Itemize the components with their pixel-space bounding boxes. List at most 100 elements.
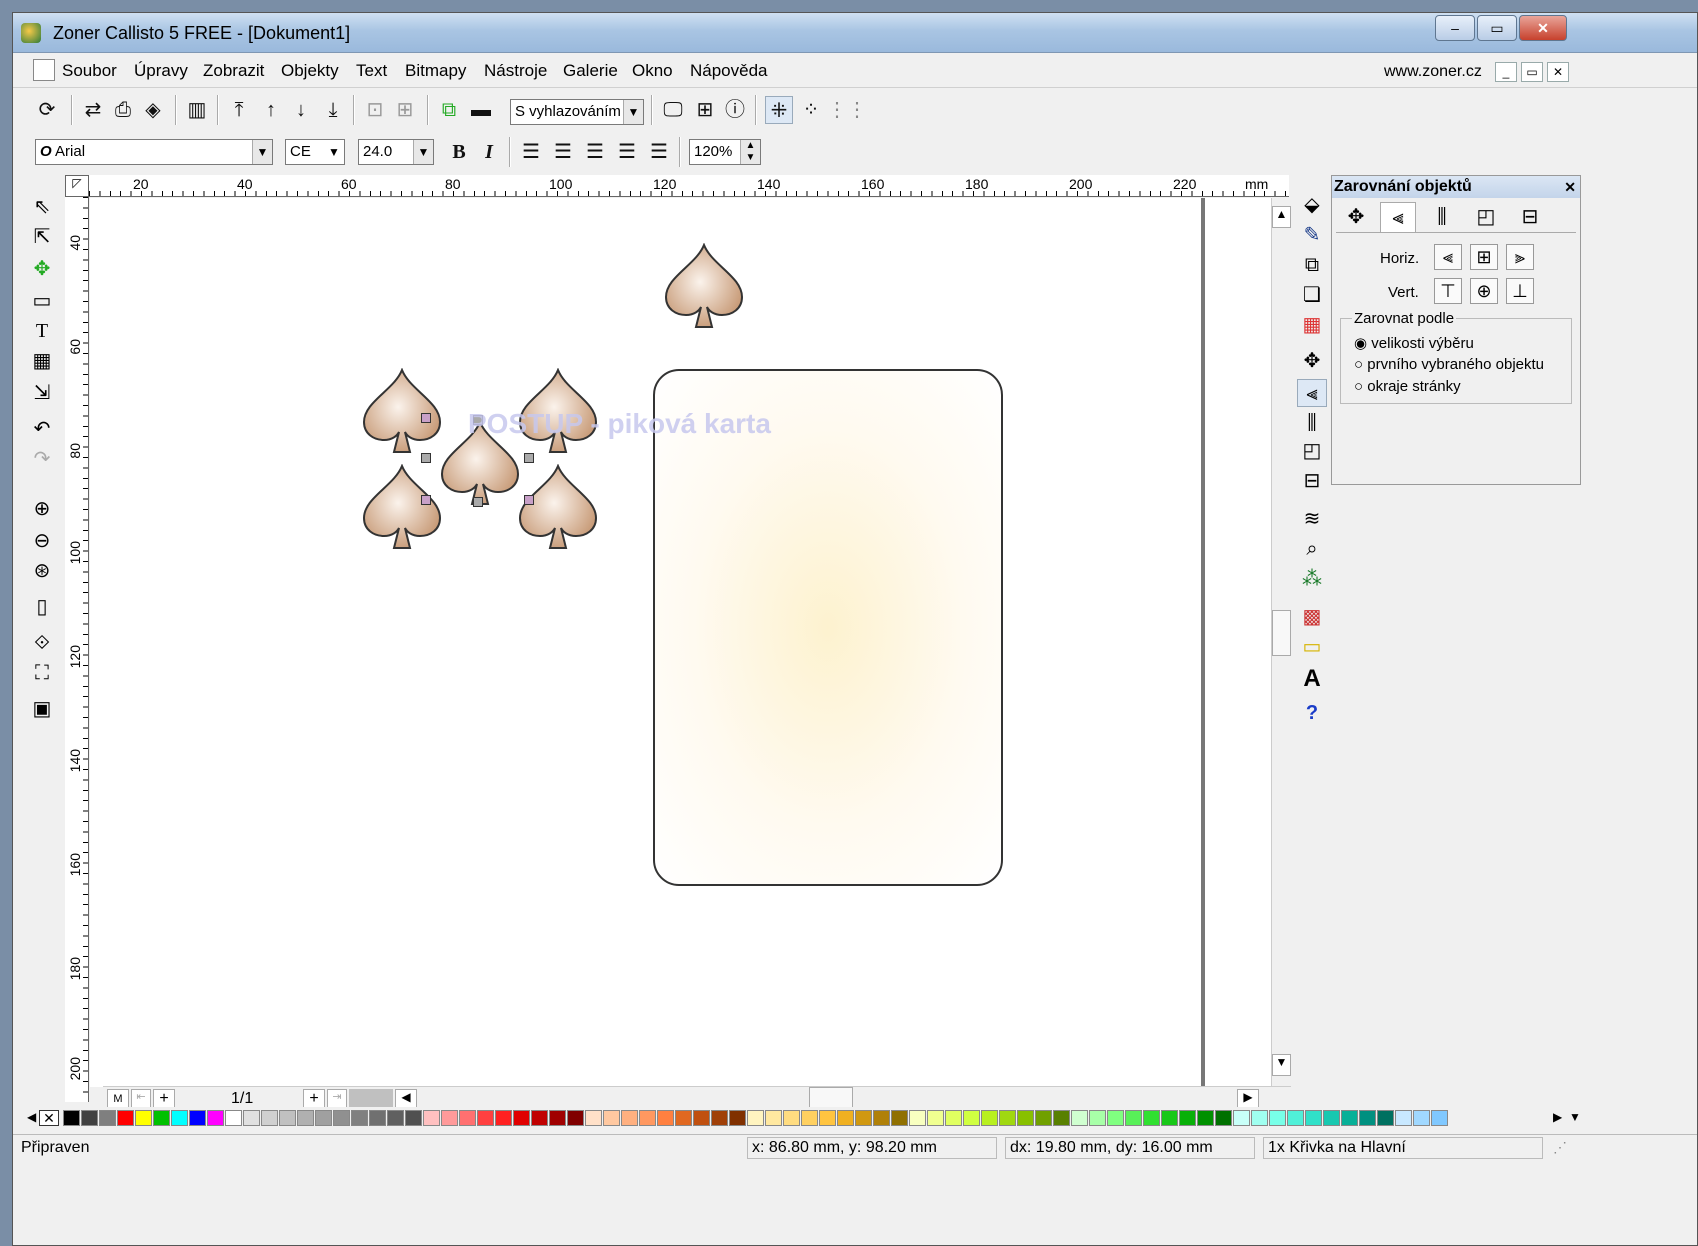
font-size-select[interactable]: 24.0 ▼ [358,139,434,165]
font-icon[interactable]: A [1297,665,1327,693]
color-swatch[interactable] [1179,1110,1196,1126]
tab-move[interactable]: ✥ [1338,202,1374,232]
color-swatch[interactable] [945,1110,962,1126]
page-icon[interactable]: ▯ [27,593,57,621]
card-shape[interactable] [653,369,1003,886]
minimize-button[interactable]: – [1435,15,1475,41]
page-tab-splitter[interactable] [349,1089,393,1109]
menu-galerie[interactable]: Galerie [563,61,618,81]
color-swatch[interactable] [819,1110,836,1126]
rectangle-tool-icon[interactable]: ▭ [27,287,57,315]
color-swatch[interactable] [1089,1110,1106,1126]
menu-nastroje[interactable]: Nástroje [484,61,547,81]
add-page-before-icon[interactable]: + [153,1089,175,1109]
refresh-icon[interactable]: ⟳ [33,96,61,124]
zoom-fit-icon[interactable]: ⊛ [27,557,57,585]
add-page-after-icon[interactable]: + [303,1089,325,1109]
scroll-up-icon[interactable]: ▲ [1272,206,1291,228]
move-icon[interactable]: ✥ [1297,347,1327,375]
hscroll-thumb[interactable] [809,1087,853,1109]
color-swatch[interactable] [153,1110,170,1126]
color-swatch[interactable] [621,1110,638,1126]
maximize-button[interactable]: ▭ [1477,15,1517,41]
align-left-icon[interactable]: ⫷ [1434,244,1462,270]
color-swatch[interactable] [891,1110,908,1126]
menu-soubor[interactable]: Soubor [62,61,117,81]
font-select[interactable]: O Arial ▼ [35,139,273,165]
center-icon[interactable]: ⊟ [1297,467,1327,495]
color-swatch[interactable] [63,1110,80,1126]
menu-bitmapy[interactable]: Bitmapy [405,61,466,81]
size-icon[interactable]: ◰ [1297,437,1327,465]
scroll-down-icon[interactable]: ▼ [1272,1054,1291,1076]
color-swatch[interactable] [297,1110,314,1126]
scroll-thumb[interactable] [1272,610,1291,656]
color-swatch[interactable] [1161,1110,1178,1126]
menu-text[interactable]: Text [356,61,387,81]
convert-icon[interactable]: ▬ [467,96,495,124]
color-swatch[interactable] [549,1110,566,1126]
show-grid-icon[interactable]: ⋮⋮ [827,96,867,124]
color-swatch[interactable] [1197,1110,1214,1126]
transparency-icon[interactable]: ⧉ [1297,251,1327,279]
mdi-close-button[interactable]: ✕ [1547,62,1569,82]
color-swatch[interactable] [1035,1110,1052,1126]
bring-to-front-icon[interactable]: ⤒ [225,96,253,124]
add-node-icon[interactable]: ⧉ [435,96,463,124]
color-swatch[interactable] [837,1110,854,1126]
align-left-icon[interactable]: ☰ [517,138,545,166]
window-view-icon[interactable]: ▣ [27,695,57,723]
align-top-icon[interactable]: ⊤ [1434,278,1462,304]
color-swatch[interactable] [855,1110,872,1126]
vertical-scrollbar[interactable]: ▲ ▼ [1271,198,1291,1087]
align-bottom-icon[interactable]: ⊥ [1506,278,1534,304]
align-objects-icon[interactable]: ⫷ [1297,379,1327,407]
bold-button[interactable]: B [445,138,473,166]
charset-select[interactable]: CE ▼ [285,139,345,165]
smoothing-select[interactable]: S vyhlazováním ▼ [510,99,644,125]
color-swatch[interactable] [567,1110,584,1126]
color-swatch[interactable] [873,1110,890,1126]
monitor-icon[interactable]: 🖵 [659,96,687,124]
drawing-canvas[interactable]: POSTUP - piková karta [90,198,1272,1087]
help-icon[interactable]: ? [1297,699,1327,727]
resize-grip-icon[interactable]: ⋰ [1553,1139,1567,1156]
node-tool-icon[interactable]: ⇱ [27,223,57,251]
send-to-back-icon[interactable]: ⤓ [319,96,347,124]
color-swatch[interactable] [495,1110,512,1126]
color-swatch[interactable] [711,1110,728,1126]
color-swatch[interactable] [585,1110,602,1126]
radio-selection-size[interactable]: ◉ velikosti výběru [1354,334,1474,352]
palette-left-icon[interactable]: ◀ [27,1110,36,1124]
spade-shape[interactable] [360,367,444,454]
color-swatch[interactable] [765,1110,782,1126]
website-link[interactable]: www.zoner.cz [1384,63,1482,81]
zoom-out-icon[interactable]: ⊖ [27,527,57,555]
next-page-icon[interactable]: ⇥ [327,1089,347,1109]
color-swatch[interactable] [603,1110,620,1126]
selection-handle[interactable] [524,453,534,463]
pen-tool-icon[interactable]: ✎ [1297,221,1327,249]
color-swatch[interactable] [1395,1110,1412,1126]
align-vcenter-icon[interactable]: ⊕ [1470,278,1498,304]
menu-okno[interactable]: Okno [632,61,673,81]
color-swatch[interactable] [981,1110,998,1126]
color-swatch[interactable] [225,1110,242,1126]
justify-all-icon[interactable]: ☰ [645,138,673,166]
selection-handle[interactable] [524,495,534,505]
flip-icon[interactable]: ⇄ [79,96,107,124]
scroll-right-icon[interactable]: ▶ [1237,1089,1259,1109]
color-swatch[interactable] [207,1110,224,1126]
align-right-icon[interactable]: ☰ [581,138,609,166]
radio-page-edge[interactable]: ○ okraje stránky [1354,378,1461,395]
zoom-in-icon[interactable]: ⊕ [27,495,57,523]
color-swatch[interactable] [99,1110,116,1126]
tab-size[interactable]: ◰ [1468,202,1504,232]
page-layout-icon[interactable]: ⊞ [691,96,719,124]
spade-shape[interactable] [516,463,600,550]
color-swatch[interactable] [171,1110,188,1126]
group-icon[interactable]: ⊡ [361,96,389,124]
justify-icon[interactable]: ☰ [613,138,641,166]
distribute-icon[interactable]: ⫼ [1297,409,1327,437]
color-swatch[interactable] [1053,1110,1070,1126]
